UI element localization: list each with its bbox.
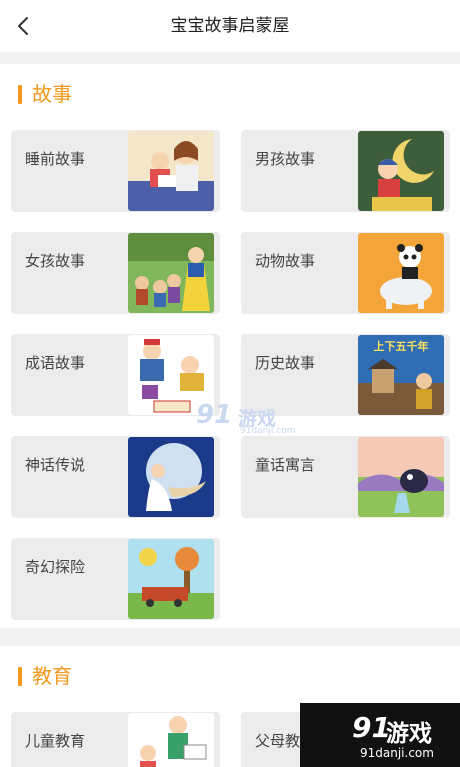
section-header: 教育: [0, 646, 460, 706]
section-title: 教育: [32, 664, 72, 688]
top-bar: 宝宝故事启蒙屋: [0, 0, 460, 52]
category-thumbnail: [128, 437, 214, 517]
section-accent-bar: [18, 667, 22, 686]
category-label: 童话寓言: [255, 456, 316, 474]
category-thumbnail: [128, 539, 214, 619]
section-accent-bar: [18, 85, 22, 104]
thumbnail-text: 上下五千年: [374, 339, 429, 353]
category-label: 儿童教育: [25, 732, 86, 750]
category-label: 神话传说: [25, 456, 86, 474]
corner-logo: 91 游戏 91danji.com: [300, 703, 460, 767]
category-label: 男孩故事: [255, 150, 316, 168]
category-card-idiom[interactable]: 成语故事: [11, 334, 220, 416]
category-card-myth[interactable]: 神话传说: [11, 436, 220, 518]
category-label: 奇幻探险: [25, 558, 86, 576]
category-card-girl[interactable]: 女孩故事: [11, 232, 220, 314]
category-thumbnail: 上下五千年: [358, 335, 444, 415]
category-card-boy[interactable]: 男孩故事: [241, 130, 450, 212]
category-thumbnail: [128, 131, 214, 211]
page-title: 宝宝故事启蒙屋: [170, 16, 290, 36]
category-thumbnail: [358, 233, 444, 313]
category-card-adventure[interactable]: 奇幻探险: [11, 538, 220, 620]
category-label: 成语故事: [25, 354, 86, 372]
corner-logo-url: 91danji.com: [360, 746, 434, 760]
category-thumbnail: [128, 335, 214, 415]
section-stories: 故事 睡前故事 男孩故事 女孩故事 动物故事 成语故事 历史故事 上下五千年 神…: [0, 64, 460, 628]
category-card-fable[interactable]: 童话寓言: [241, 436, 450, 518]
category-thumbnail: [128, 713, 214, 767]
category-card-history[interactable]: 历史故事 上下五千年: [241, 334, 450, 416]
category-card-child-education[interactable]: 儿童教育: [11, 712, 220, 767]
section-title: 故事: [32, 82, 72, 106]
category-thumbnail: [128, 233, 214, 313]
corner-logo-text: 游戏: [386, 721, 432, 747]
section-header: 故事: [0, 64, 460, 124]
category-thumbnail: [358, 131, 444, 211]
category-card-animal[interactable]: 动物故事: [241, 232, 450, 314]
category-label: 动物故事: [255, 252, 316, 270]
category-label: 历史故事: [255, 354, 316, 372]
category-label: 女孩故事: [25, 252, 86, 270]
category-label: 睡前故事: [25, 150, 86, 168]
category-thumbnail: [358, 437, 444, 517]
category-card-bedtime[interactable]: 睡前故事: [11, 130, 220, 212]
